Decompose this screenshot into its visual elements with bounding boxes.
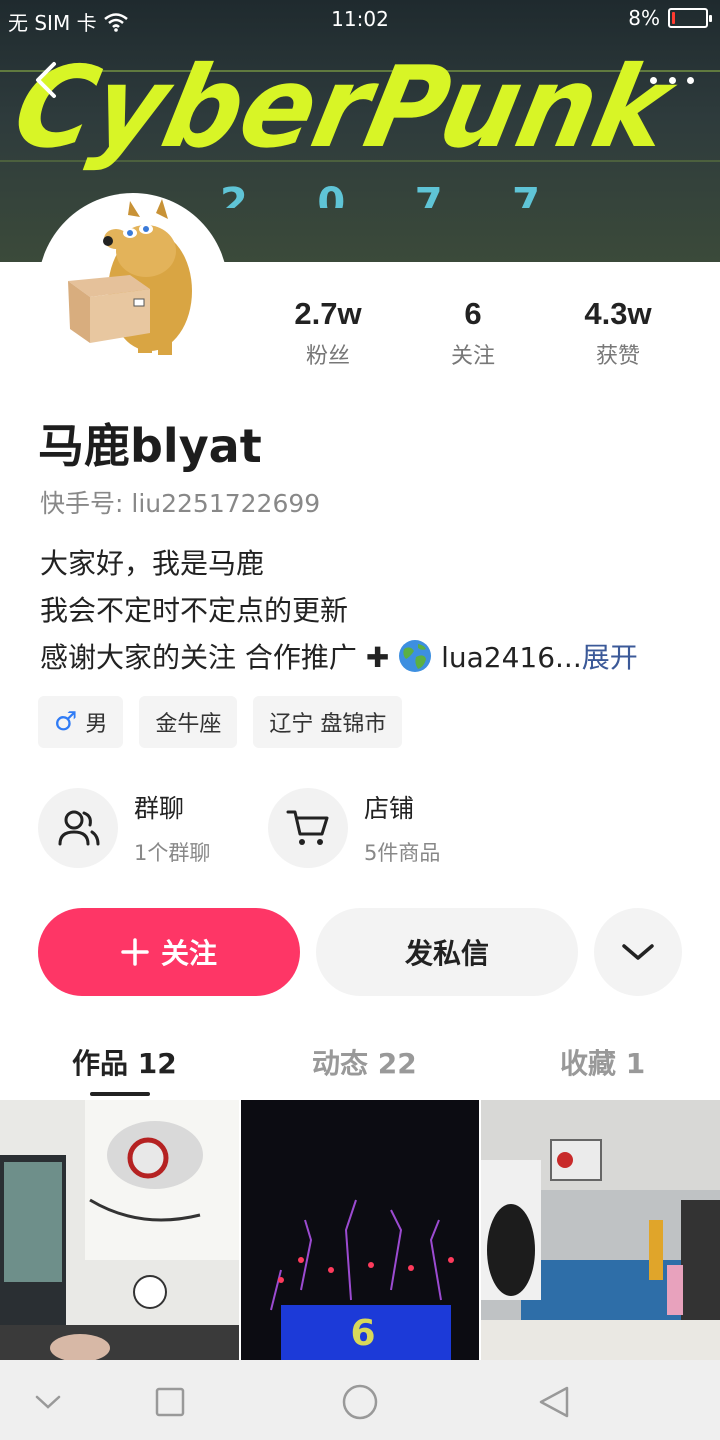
follow-label: 关注 <box>160 937 217 970</box>
message-button[interactable]: 发私信 <box>316 908 578 996</box>
chevron-down-icon <box>35 1395 61 1409</box>
more-dot <box>668 76 676 84</box>
video-thumb[interactable] <box>0 1100 239 1360</box>
tag-location: 辽宁 盘锦市 <box>253 696 403 748</box>
bio-line: 我会不定时不定点的更新 <box>40 594 349 627</box>
video-thumb-image: 6 <box>240 1100 480 1360</box>
stat-followers[interactable]: 2.7w 粉丝 <box>258 296 398 370</box>
back-button[interactable] <box>28 58 68 102</box>
chevron-down-icon <box>622 944 654 960</box>
cart-icon-wrap <box>268 788 348 868</box>
stat-label: 获赞 <box>595 344 640 369</box>
entry-title: 店铺 <box>364 794 415 823</box>
works-grid: 6 <box>0 1100 720 1360</box>
tab-favorites[interactable]: 收藏 1 <box>560 1042 645 1082</box>
expand-link[interactable]: 展开 <box>582 641 638 674</box>
tab-underline <box>90 1092 150 1096</box>
stat-value: 4.3w <box>584 296 652 331</box>
more-dot <box>650 76 657 84</box>
bio-line-text: 感谢大家的关注 合作推广 <box>40 641 357 674</box>
stat-value: 2.7w <box>294 296 362 331</box>
content-tabs: 作品 12 动态 22 收藏 1 <box>0 1030 720 1100</box>
entry-title: 群聊 <box>134 794 185 823</box>
bio-line: 大家好，我是马鹿 <box>40 547 265 580</box>
stat-following[interactable]: 6 关注 <box>403 296 543 370</box>
tab-works[interactable]: 作品 12 <box>72 1042 177 1082</box>
group-chat-entry[interactable]: 群聊 1个群聊 <box>38 788 210 868</box>
status-bar: 无 SIM 卡 11:02 8% <box>0 0 720 40</box>
thumb-number-glyph: 6 <box>350 1313 375 1354</box>
more-actions-button[interactable] <box>594 908 682 996</box>
battery-fill <box>672 12 675 24</box>
follow-button[interactable]: 关注 <box>38 908 300 996</box>
bio-line-last: 感谢大家的关注 合作推广 ✚ lua2416...展开 <box>40 634 700 681</box>
tab-moments[interactable]: 动态 22 <box>312 1042 417 1082</box>
globe-icon <box>399 640 432 672</box>
battery-percent: 8% <box>628 6 660 30</box>
video-thumb-image <box>481 1100 720 1360</box>
cart-icon <box>286 810 329 845</box>
circle-icon <box>342 1384 378 1420</box>
entry-sub: 5件商品 <box>364 841 441 865</box>
system-nav-bar <box>0 1360 720 1440</box>
group-chat-icon <box>58 810 100 846</box>
more-button[interactable] <box>650 66 694 94</box>
stat-label: 粉丝 <box>305 344 350 369</box>
nav-back-button[interactable] <box>534 1382 574 1422</box>
profile-tags: ♂ 男 金牛座 辽宁 盘锦市 <box>38 696 403 748</box>
tag-gender: ♂ 男 <box>38 696 124 748</box>
tag-text: 辽宁 盘锦市 <box>269 712 387 737</box>
square-icon <box>155 1387 185 1417</box>
profile-bio: 大家好，我是马鹿 我会不定时不定点的更新 感谢大家的关注 合作推广 ✚ lua2… <box>40 540 700 681</box>
avatar-image <box>68 199 192 355</box>
stat-value: 6 <box>464 296 482 331</box>
tag-zodiac: 金牛座 <box>139 696 238 748</box>
avatar[interactable] <box>38 193 228 383</box>
battery-icon <box>668 8 712 28</box>
male-icon: ♂ <box>54 707 78 737</box>
kwai-id[interactable]: 快手号: liu2251722699 <box>40 484 320 520</box>
plus-icon: ✚ <box>365 641 390 674</box>
stat-likes[interactable]: 4.3w 获赞 <box>548 296 688 370</box>
nav-hide-button[interactable] <box>28 1382 68 1422</box>
bio-tail: lua2416... <box>441 641 582 674</box>
logo-main-text: CyberPunk <box>10 48 688 173</box>
video-thumb[interactable]: 6 <box>240 1100 480 1360</box>
clock: 11:02 <box>331 7 389 31</box>
message-label: 发私信 <box>404 937 489 970</box>
logo-sub-text: 2 0 7 7 <box>220 180 540 208</box>
tag-text: 金牛座 <box>155 712 222 737</box>
profile-stats: 2.7w 粉丝 6 关注 4.3w 获赞 <box>258 296 688 376</box>
triangle-back-icon <box>539 1386 569 1418</box>
chevron-left-icon <box>36 62 56 98</box>
more-dot <box>687 76 694 84</box>
video-thumb-image <box>0 1100 239 1360</box>
stat-label: 关注 <box>450 344 495 369</box>
cyberpunk-logo: CyberPunk 2 0 7 7 <box>10 48 688 208</box>
nav-home-button[interactable] <box>340 1382 380 1422</box>
video-thumb[interactable] <box>481 1100 720 1360</box>
shop-entry[interactable]: 店铺 5件商品 <box>268 788 440 868</box>
nav-recents-button[interactable] <box>150 1382 190 1422</box>
plus-icon <box>121 938 149 966</box>
profile-name: 马鹿blyat <box>38 419 262 473</box>
group-chat-icon-wrap <box>38 788 118 868</box>
tag-text: 男 <box>85 712 108 737</box>
entry-sub: 1个群聊 <box>134 841 211 865</box>
